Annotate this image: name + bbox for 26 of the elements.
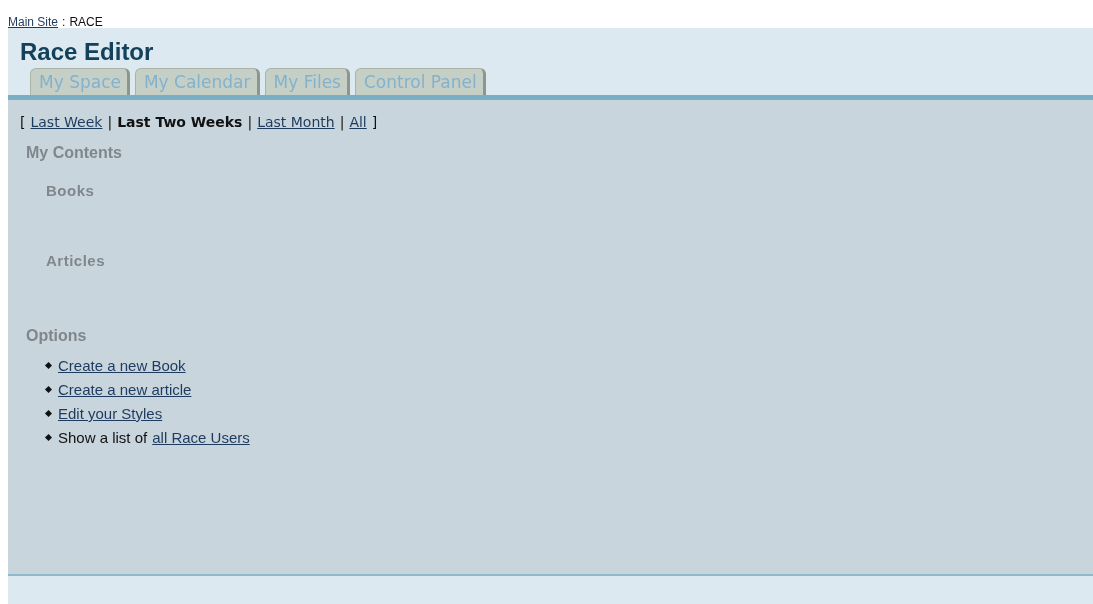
- filter-link[interactable]: All: [349, 114, 367, 130]
- filter-selected: Last Two Weeks: [117, 114, 243, 130]
- bullet-icon: [44, 433, 53, 442]
- filter-link[interactable]: Last Week: [30, 114, 103, 130]
- separator: |: [247, 114, 253, 130]
- breadcrumb-separator: :: [62, 15, 66, 29]
- section-heading: Options: [26, 327, 88, 345]
- option-link[interactable]: Create a new Book: [58, 357, 186, 374]
- bracket: [: [20, 114, 26, 130]
- main-site-link[interactable]: Main Site: [8, 15, 59, 29]
- subsection-heading: Articles: [46, 252, 107, 271]
- breadcrumb-current: RACE: [69, 15, 103, 29]
- separator: |: [107, 114, 113, 130]
- subsection-heading: Books: [46, 182, 96, 201]
- option-link[interactable]: all Race Users: [152, 429, 250, 446]
- option-link[interactable]: Create a new article: [58, 381, 192, 398]
- bullet-icon: [44, 385, 53, 394]
- bullet-icon: [44, 361, 53, 370]
- option-link[interactable]: Edit your Styles: [58, 405, 163, 422]
- bracket: ]: [371, 114, 378, 130]
- page-title: Race Editor: [19, 37, 155, 66]
- filter-link[interactable]: Last Month: [257, 114, 335, 130]
- option-text: Show a list of: [58, 429, 148, 446]
- separator: |: [339, 114, 345, 130]
- bullet-icon: [44, 409, 53, 418]
- section-heading: My Contents: [26, 144, 123, 162]
